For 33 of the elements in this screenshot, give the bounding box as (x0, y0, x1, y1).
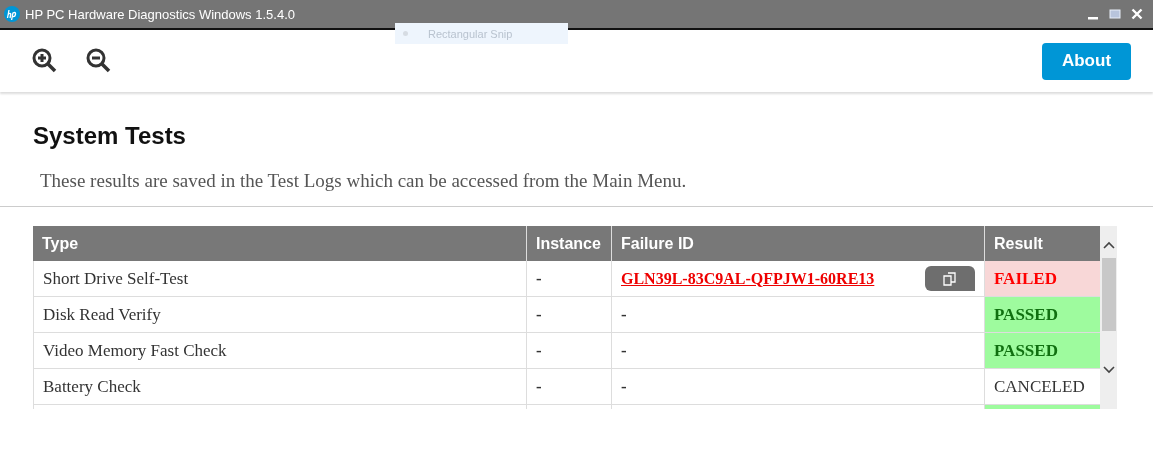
hp-logo-icon (4, 6, 20, 22)
column-header: Failure ID (612, 226, 985, 261)
table-cell: Video Memory Fast Check (33, 333, 527, 368)
scroll-down-icon[interactable] (1101, 365, 1116, 375)
page-title: System Tests (33, 122, 187, 150)
table-cell: Disk Read Verify (33, 297, 527, 332)
table-cell: - (621, 376, 627, 397)
result-cell: PASSED (985, 333, 1100, 368)
close-icon[interactable] (1131, 8, 1143, 20)
window-title: HP PC Hardware Diagnostics Windows 1.5.4.0 (25, 6, 295, 22)
table-cell: - (527, 333, 612, 368)
scrollbar-thumb[interactable] (1101, 258, 1116, 331)
column-header: Result (993, 233, 1044, 254)
zoom-in-icon[interactable] (32, 48, 58, 74)
table-cell: Battery Check (33, 369, 527, 404)
table-cell: - (527, 297, 612, 332)
table-cell: Short Drive Self-Test (33, 261, 527, 296)
copy-icon (942, 270, 958, 287)
zoom-out-icon[interactable] (86, 48, 112, 74)
about-button[interactable]: About (1042, 42, 1131, 80)
table-cell: - (527, 261, 612, 296)
column-header: Type (33, 226, 527, 261)
scroll-up-icon[interactable] (1101, 240, 1116, 250)
maximize-icon[interactable] (1109, 8, 1121, 20)
table-cell: - (527, 369, 612, 404)
column-header: Instance (527, 226, 612, 261)
table-cell: - (621, 304, 627, 325)
failure-id-link[interactable]: GLN39L-83C9AL-QFPJW1-60RE13 (621, 269, 875, 288)
page-description: These results are saved in the Test Logs which can be accessed from the Main Menu. (40, 170, 688, 192)
table-cell: - (621, 340, 627, 361)
result-cell: PASSED (985, 297, 1100, 332)
copy-button[interactable] (925, 266, 975, 291)
result-cell: FAILED (985, 261, 1100, 296)
